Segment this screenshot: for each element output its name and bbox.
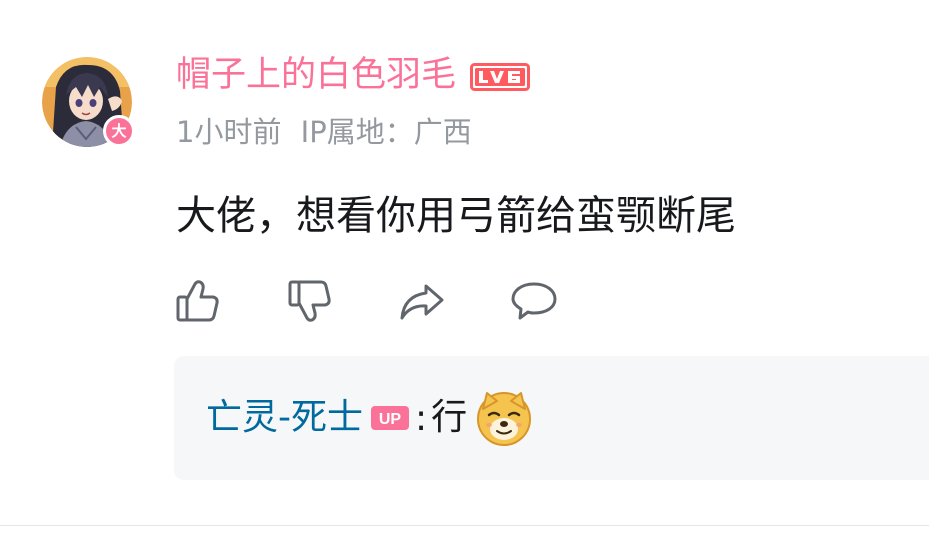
doge-emoji-icon bbox=[477, 392, 532, 446]
comment-time: 1小时前 bbox=[176, 115, 282, 149]
comment-ip-location: IP属地：广西 bbox=[300, 115, 472, 149]
vip-badge: 大 bbox=[103, 115, 135, 147]
share-icon bbox=[400, 284, 444, 320]
reply-username[interactable]: 亡灵-死士 bbox=[206, 394, 363, 442]
level-badge-lv6-icon bbox=[470, 63, 531, 91]
bottom-divider bbox=[0, 525, 929, 526]
comment-meta: 1小时前 IP属地：广西 bbox=[176, 112, 472, 152]
dislike-button[interactable] bbox=[286, 277, 334, 325]
sub-reply-item: 亡灵-死士 UP : 行 bbox=[206, 386, 533, 450]
comment-bubble-icon bbox=[511, 282, 557, 320]
up-badge-label: UP bbox=[379, 411, 402, 428]
sub-reply-box[interactable]: 亡灵-死士 UP : 行 bbox=[174, 356, 929, 480]
avatar-container[interactable]: 大 bbox=[42, 57, 135, 147]
reply-button[interactable] bbox=[510, 277, 558, 325]
reply-separator: : bbox=[415, 397, 428, 439]
comment-content: 大佬，想看你用弓箭给蛮颚断尾 bbox=[176, 193, 736, 239]
share-button[interactable] bbox=[398, 277, 446, 325]
like-button[interactable] bbox=[174, 277, 222, 325]
comment-item: 大 帽子上的白色羽毛 1小时前 IP属地：广西 大佬，想看你用弓箭给蛮颚断尾 亡… bbox=[0, 0, 929, 552]
comment-header: 帽子上的白色羽毛 bbox=[176, 52, 531, 98]
thumbs-up-icon bbox=[176, 280, 219, 322]
username[interactable]: 帽子上的白色羽毛 bbox=[176, 52, 456, 98]
up-badge-icon: UP bbox=[371, 406, 409, 430]
comment-actions bbox=[174, 277, 622, 325]
reply-text: 行 bbox=[431, 397, 468, 438]
thumbs-down-icon bbox=[288, 280, 331, 322]
